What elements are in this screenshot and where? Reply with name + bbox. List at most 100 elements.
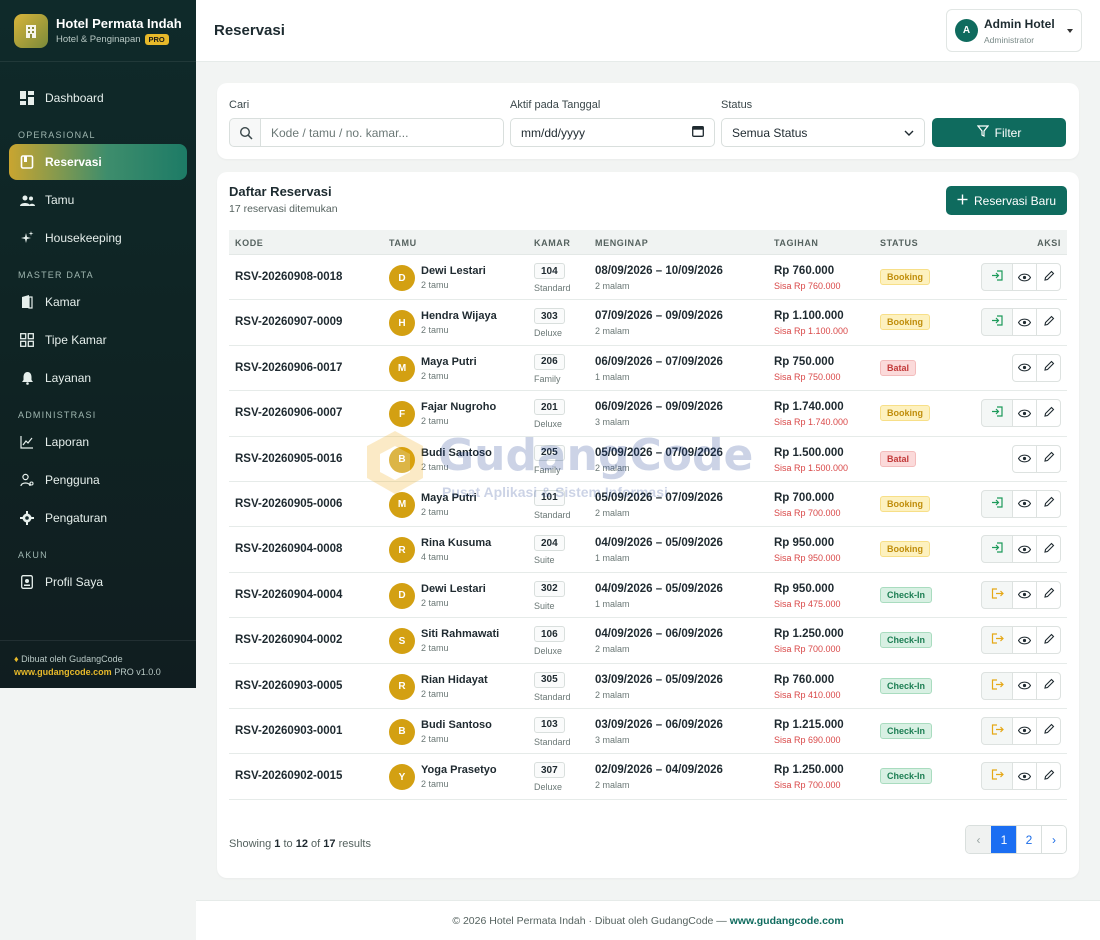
reservation-code[interactable]: RSV-20260902-0015 <box>235 770 342 782</box>
table-row[interactable]: RSV-20260902-0015 Y Yoga Prasetyo 2 tamu 307… <box>229 754 1067 800</box>
view-button[interactable] <box>1012 716 1037 745</box>
reservation-code[interactable]: RSV-20260908-0018 <box>235 271 342 283</box>
view-button[interactable] <box>1012 263 1037 291</box>
guest-avatar: B <box>389 446 415 473</box>
table-row[interactable]: RSV-20260905-0016 B Budi Santoso 2 tamu 205 F… <box>229 437 1067 482</box>
col-menginap[interactable]: MENGINAP <box>595 238 648 248</box>
reservation-code[interactable]: RSV-20260904-0002 <box>235 634 342 646</box>
view-button[interactable] <box>1012 399 1037 428</box>
guest-avatar: D <box>389 582 415 609</box>
reservation-code[interactable]: RSV-20260905-0006 <box>235 498 342 510</box>
chart-line-icon <box>19 434 35 450</box>
edit-button[interactable] <box>1036 399 1061 428</box>
pagination-page-1[interactable]: 1 <box>991 826 1016 853</box>
table-row[interactable]: RSV-20260904-0004 D Dewi Lestari 2 tamu 302 S… <box>229 573 1067 619</box>
search-input[interactable]: Kode / tamu / no. kamar... <box>260 118 504 147</box>
sidebar-item-pengaturan[interactable]: Pengaturan <box>9 500 187 536</box>
edit-button[interactable] <box>1036 353 1061 382</box>
view-button[interactable] <box>1012 580 1037 609</box>
sidebar-item-housekeeping[interactable]: Housekeeping <box>9 220 187 256</box>
col-status[interactable]: STATUS <box>880 238 918 248</box>
view-button[interactable] <box>1012 308 1037 337</box>
pagination-page-2[interactable]: 2 <box>1016 826 1041 853</box>
edit-button[interactable] <box>1036 263 1061 291</box>
view-button[interactable] <box>1012 626 1037 655</box>
checkin-button[interactable] <box>981 263 1013 291</box>
view-button[interactable] <box>1012 444 1037 473</box>
bill-remaining: Sisa Rp 700.000 <box>774 644 841 655</box>
brand[interactable]: Hotel Permata Indah Hotel & Penginapan P… <box>0 0 196 62</box>
sidebar-item-kamar[interactable]: Kamar <box>9 284 187 320</box>
view-button[interactable] <box>1012 535 1037 564</box>
sidebar-item-label: Profil Saya <box>45 575 104 589</box>
stay-nights: 2 malam <box>595 507 630 518</box>
edit-button[interactable] <box>1036 762 1061 791</box>
status-badge: Booking <box>880 314 930 331</box>
sidebar-link[interactable]: www.gudangcode.com <box>14 667 112 677</box>
edit-button[interactable] <box>1036 444 1061 473</box>
checkin-button[interactable] <box>981 308 1013 337</box>
table-row[interactable]: RSV-20260904-0008 R Rina Kusuma 4 tamu 204 Su… <box>229 527 1067 573</box>
view-button[interactable] <box>1012 762 1037 791</box>
sidebar-item-tipe-kamar[interactable]: Tipe Kamar <box>9 322 187 358</box>
view-button[interactable] <box>1012 353 1037 382</box>
view-button[interactable] <box>1012 489 1037 518</box>
edit-button[interactable] <box>1036 535 1061 564</box>
reservation-code[interactable]: RSV-20260903-0001 <box>235 725 342 737</box>
filter-button[interactable]: Filter <box>932 118 1066 147</box>
table-row[interactable]: RSV-20260906-0007 F Fajar Nugroho 2 tamu 201… <box>229 391 1067 437</box>
table-row[interactable]: RSV-20260904-0002 S Siti Rahmawati 2 tamu 10… <box>229 618 1067 664</box>
table-row[interactable]: RSV-20260908-0018 D Dewi Lestari 2 tamu 104 S… <box>229 255 1067 301</box>
sidebar-item-laporan[interactable]: Laporan <box>9 424 187 460</box>
edit-button[interactable] <box>1036 671 1061 700</box>
col-tagihan[interactable]: TAGIHAN <box>774 238 819 248</box>
checkout-button[interactable] <box>981 671 1013 700</box>
edit-button[interactable] <box>1036 716 1061 745</box>
col-kamar[interactable]: KAMAR <box>534 238 571 248</box>
table-row[interactable]: RSV-20260905-0006 M Maya Putri 2 tamu 101 Sta… <box>229 482 1067 528</box>
checkout-button[interactable] <box>981 762 1013 791</box>
date-input[interactable]: mm/dd/yyyy <box>510 118 715 147</box>
table-row[interactable]: RSV-20260907-0009 H Hendra Wijaya 2 tamu 303… <box>229 300 1067 346</box>
sidebar-item-profil[interactable]: Profil Saya <box>9 564 187 600</box>
checkout-button[interactable] <box>981 626 1013 655</box>
sidebar-item-pengguna[interactable]: Pengguna <box>9 462 187 498</box>
edit-button[interactable] <box>1036 626 1061 655</box>
user-menu[interactable]: A Admin Hotel Administrator <box>946 9 1082 52</box>
guest-name: Rian Hidayat <box>421 673 488 686</box>
edit-button[interactable] <box>1036 308 1061 337</box>
footer-link[interactable]: www.gudangcode.com <box>730 915 844 927</box>
table-row[interactable]: RSV-20260903-0001 B Budi Santoso 2 tamu 103 S… <box>229 709 1067 755</box>
edit-button[interactable] <box>1036 489 1061 518</box>
sidebar-item-reservasi[interactable]: Reservasi <box>9 144 187 180</box>
reservation-code[interactable]: RSV-20260905-0016 <box>235 453 342 465</box>
checkin-button[interactable] <box>981 489 1013 518</box>
status-select[interactable]: Semua Status <box>721 118 925 147</box>
pagination-prev[interactable]: ‹ <box>966 826 991 853</box>
reservation-code[interactable]: RSV-20260906-0017 <box>235 362 342 374</box>
table-row[interactable]: RSV-20260903-0005 R Rian Hidayat 2 tamu 305 S… <box>229 664 1067 709</box>
col-kode[interactable]: KODE <box>235 238 263 248</box>
col-tamu[interactable]: TAMU <box>389 238 417 248</box>
pagination-next[interactable]: › <box>1041 826 1066 853</box>
new-reservation-button[interactable]: Reservasi Baru <box>946 186 1067 215</box>
checkin-button[interactable] <box>981 399 1013 428</box>
reservation-code[interactable]: RSV-20260903-0005 <box>235 680 342 692</box>
sidebar-item-layanan[interactable]: Layanan <box>9 360 187 396</box>
table-row[interactable]: RSV-20260906-0017 M Maya Putri 2 tamu 206 Fam… <box>229 346 1067 392</box>
sidebar-item-dashboard[interactable]: Dashboard <box>9 80 187 116</box>
checkout-button[interactable] <box>981 716 1013 745</box>
reservation-code[interactable]: RSV-20260907-0009 <box>235 316 342 328</box>
status-badge: Batal <box>880 359 917 376</box>
edit-button[interactable] <box>1036 580 1061 609</box>
reservation-code[interactable]: RSV-20260904-0008 <box>235 543 342 555</box>
reservation-code[interactable]: RSV-20260904-0004 <box>235 589 342 601</box>
view-button[interactable] <box>1012 671 1037 700</box>
checkout-button[interactable] <box>981 580 1013 609</box>
reservation-code[interactable]: RSV-20260906-0007 <box>235 407 342 419</box>
checkin-button[interactable] <box>981 535 1013 564</box>
calendar-icon[interactable] <box>692 125 704 140</box>
sidebar-item-tamu[interactable]: Tamu <box>9 182 187 218</box>
page-footer: © 2026 Hotel Permata Indah · Dibuat oleh… <box>196 900 1100 940</box>
sidebar-footer: ♦ Dibuat oleh GudangCode www.gudangcode.… <box>0 640 196 688</box>
